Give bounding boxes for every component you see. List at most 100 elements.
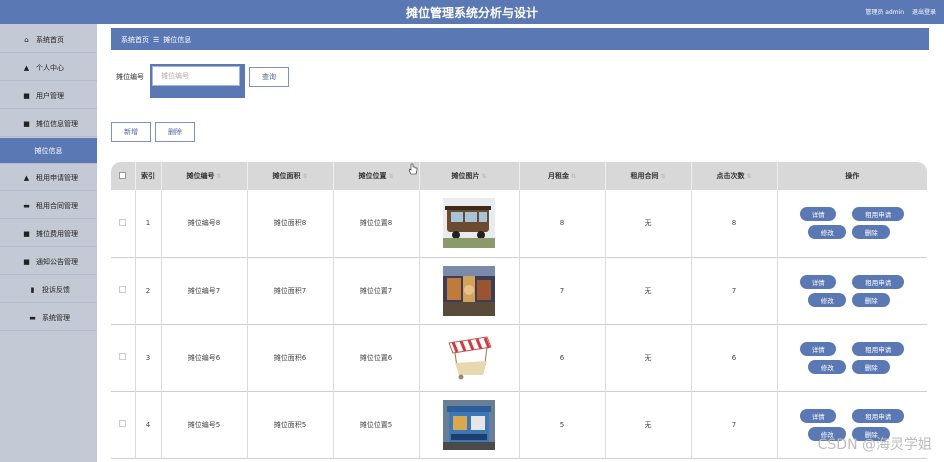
select-all-checkbox[interactable] <box>119 171 127 179</box>
cell-image <box>419 391 520 458</box>
row-checkbox[interactable] <box>119 286 127 293</box>
food-cart-image <box>443 198 495 249</box>
logout-link[interactable]: 退出登录 <box>912 9 936 16</box>
cell-code: 摊位编号5 <box>161 391 248 458</box>
query-button[interactable]: 查询 <box>249 67 289 87</box>
search-input[interactable] <box>152 66 240 86</box>
sidebar-item-label: 租用合同管理 <box>36 201 78 210</box>
cell-clicks: 8 <box>691 190 778 257</box>
main-content: 系统首页☰摊位信息 摊位编号 查询 新增 删除 索引 摊位编号⇅ 摊位面积⇅ 摊… <box>97 24 944 462</box>
sidebar-item-label: 摊位信息管理 <box>36 119 78 128</box>
sidebar-item-system[interactable]: ▬ 系统管理 <box>0 305 97 331</box>
grid-icon: ■ <box>23 119 30 128</box>
row-select-cell[interactable] <box>111 391 136 458</box>
cell-area: 摊位面积7 <box>247 257 334 324</box>
column-header[interactable]: 摊位面积 ⇅ <box>247 162 334 190</box>
row-select-cell[interactable] <box>111 257 136 324</box>
cell-clicks: 7 <box>691 391 778 458</box>
row-checkbox[interactable] <box>119 353 127 360</box>
sort-icon: ⇅ <box>302 173 308 180</box>
edit-button[interactable]: 修改 <box>808 225 847 240</box>
sort-icon: ⇅ <box>660 173 666 180</box>
app-title: 摊位管理系统分析与设计 <box>405 6 538 20</box>
sidebar-item-label: 租用申请管理 <box>36 173 78 182</box>
cell-rent: 7 <box>519 257 606 324</box>
breadcrumb-current: 摊位信息 <box>163 36 192 44</box>
cell-rent: 8 <box>519 190 606 257</box>
sidebar: ⌂ 系统首页 ▲ 个人中心 ■ 用户管理 ■ 摊位信息管理 摊位信息 ▲ 租用申请管理 ▬… <box>0 24 97 462</box>
detail-button[interactable]: 详情 <box>800 341 837 356</box>
row-checkbox[interactable] <box>119 218 127 226</box>
hand-cursor-icon <box>408 163 418 175</box>
sidebar-item-fees[interactable]: ■ 摊位费用管理 <box>0 221 97 247</box>
rent-apply-button[interactable]: 租用申请 <box>852 341 905 356</box>
cell-contract: 无 <box>605 257 692 324</box>
column-header-label: 点击次数 <box>716 172 745 180</box>
delete-row-button[interactable]: 删除 <box>852 359 891 374</box>
cell-location: 摊位位置5 <box>333 391 420 458</box>
cell-rent: 5 <box>519 391 606 458</box>
add-button[interactable]: 新增 <box>111 122 151 142</box>
sidebar-item-label: 投诉反馈 <box>42 285 70 294</box>
column-header[interactable]: 租用合同 ⇅ <box>605 162 692 190</box>
breadcrumb-home[interactable]: 系统首页 <box>121 36 149 44</box>
watermark: CSDN @海灵学姐 <box>817 437 932 453</box>
cell-actions: 详情 租用申请 修改 删除 <box>777 257 927 324</box>
sidebar-item-stall-info[interactable]: 摊位信息 <box>0 138 97 164</box>
cell-area: 摊位面积6 <box>247 324 334 391</box>
sidebar-item-label: 摊位费用管理 <box>36 229 78 238</box>
table-row: 4 摊位编号5 摊位面积5 摊位位置5 5 无 7 详情 租用申请 修改 删除 <box>111 391 927 458</box>
cell-image <box>419 324 520 391</box>
sidebar-item-home[interactable]: ⌂ 系统首页 <box>0 27 97 53</box>
sort-icon: ⇅ <box>481 173 487 180</box>
sidebar-item-users[interactable]: ■ 用户管理 <box>0 83 97 109</box>
cell-contract: 无 <box>605 391 692 458</box>
detail-button[interactable]: 详情 <box>800 408 837 423</box>
row-select-cell[interactable] <box>111 190 136 257</box>
breadcrumb-separator: ☰ <box>153 36 160 44</box>
rent-apply-button[interactable]: 租用申请 <box>852 274 905 289</box>
cell-clicks: 7 <box>691 257 778 324</box>
sidebar-item-label: 通知公告管理 <box>36 257 78 266</box>
grid-icon: ■ <box>23 229 30 238</box>
card-icon: ▬ <box>23 201 30 210</box>
column-header[interactable]: 摊位编号 ⇅ <box>161 162 248 190</box>
sidebar-item-label: 摊位信息 <box>34 146 63 155</box>
stall-table: 索引 摊位编号 ⇅ 摊位面积 ⇅ 摊位位置 ⇅ 摊位图片 ⇅ 月租金 ⇅ 租用合同 ⇅ 点击… <box>111 162 927 462</box>
column-header[interactable]: 摊位图片 ⇅ <box>419 162 520 190</box>
delete-button[interactable]: 删除 <box>155 122 195 142</box>
detail-button[interactable]: 详情 <box>800 274 837 289</box>
top-bar: 摊位管理系统分析与设计 管理员 admin 退出登录 <box>0 0 944 24</box>
cell-area: 摊位面积8 <box>247 190 334 257</box>
edit-button[interactable]: 修改 <box>808 359 847 374</box>
user-area: 管理员 admin 退出登录 <box>859 7 936 16</box>
sidebar-item-contract[interactable]: ▬ 租用合同管理 <box>0 193 97 219</box>
sidebar-item-rent-apply[interactable]: ▲ 租用申请管理 <box>0 165 97 191</box>
delete-row-button[interactable]: 删除 <box>852 225 891 240</box>
select-all-cell[interactable] <box>111 162 136 190</box>
column-header: 索引 <box>135 162 162 190</box>
sidebar-item-stall-info-manage[interactable]: ■ 摊位信息管理 <box>0 111 97 137</box>
column-header-label: 摊位位置 <box>358 172 387 180</box>
column-header[interactable]: 摊位位置 ⇅ <box>333 162 420 190</box>
cell-code: 摊位编号7 <box>161 257 248 324</box>
cell-location: 摊位位置8 <box>333 190 420 257</box>
sidebar-item-notices[interactable]: ■ 通知公告管理 <box>0 249 97 275</box>
cell-index: 2 <box>135 257 162 324</box>
column-header[interactable]: 月租金 ⇅ <box>519 162 606 190</box>
sidebar-item-complaints[interactable]: ▮ 投诉反馈 <box>0 277 97 303</box>
row-checkbox[interactable] <box>119 420 127 427</box>
cell-contract: 无 <box>605 324 692 391</box>
row-select-cell[interactable] <box>111 324 136 391</box>
rent-apply-button[interactable]: 租用申请 <box>852 408 905 423</box>
sidebar-item-profile[interactable]: ▲ 个人中心 <box>0 55 97 81</box>
edit-button[interactable]: 修改 <box>808 292 847 307</box>
grid-icon: ■ <box>23 257 30 266</box>
detail-button[interactable]: 详情 <box>800 207 837 222</box>
cell-rent: 6 <box>519 324 606 391</box>
cell-index: 3 <box>135 324 162 391</box>
sort-icon: ⇅ <box>216 173 222 180</box>
column-header[interactable]: 点击次数 ⇅ <box>691 162 778 190</box>
delete-row-button[interactable]: 删除 <box>852 292 891 307</box>
rent-apply-button[interactable]: 租用申请 <box>852 207 905 222</box>
